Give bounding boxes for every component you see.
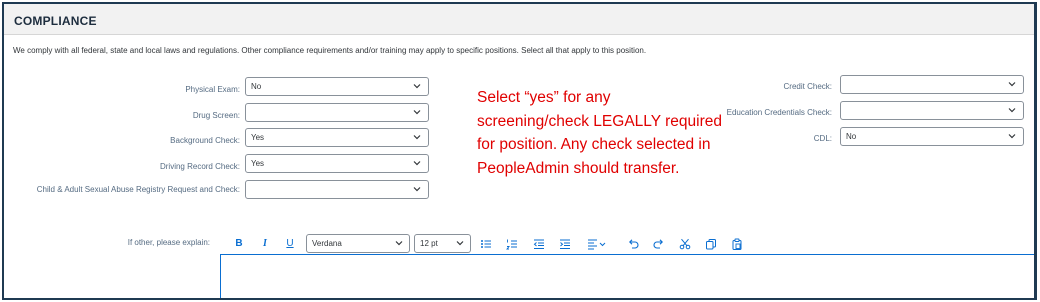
explain-text-editor[interactable]	[220, 254, 1034, 298]
paste-icon	[732, 238, 742, 250]
physical-exam-value: No	[251, 82, 262, 91]
physical-exam-label: Physical Exam:	[185, 85, 240, 94]
numbered-list-icon	[506, 239, 517, 250]
chevron-down-icon	[413, 135, 421, 140]
section-description: We comply with all federal, state and lo…	[13, 46, 647, 55]
outdent-button[interactable]	[532, 237, 546, 251]
scissors-icon	[679, 238, 691, 250]
outdent-icon	[533, 239, 544, 249]
section-header: COMPLIANCE	[4, 4, 1034, 35]
compliance-panel: COMPLIANCE We comply with all federal, s…	[2, 2, 1037, 300]
italic-button[interactable]: I	[258, 237, 272, 251]
background-check-label: Background Check:	[170, 136, 240, 145]
education-credentials-check-select[interactable]	[840, 101, 1024, 120]
driving-record-check-label: Driving Record Check:	[159, 162, 240, 171]
abuse-registry-check-select[interactable]	[245, 180, 429, 199]
driving-record-check-select[interactable]: Yes	[245, 154, 429, 173]
copy-icon	[706, 239, 716, 250]
education-credentials-check-label: Education Credentials Check:	[726, 108, 832, 117]
annotation-note: Select “yes” for any screening/check LEG…	[477, 89, 722, 177]
chevron-down-icon	[413, 84, 421, 89]
chevron-down-icon	[413, 110, 421, 115]
explain-label: If other, please explain:	[127, 238, 210, 247]
copy-button[interactable]	[704, 237, 718, 251]
chevron-down-icon	[456, 241, 464, 246]
background-check-value: Yes	[251, 133, 265, 142]
underline-button[interactable]: U	[283, 237, 297, 251]
cdl-select[interactable]: No	[840, 127, 1024, 146]
font-family-select[interactable]: Verdana	[306, 234, 410, 253]
physical-exam-select[interactable]: No	[245, 77, 429, 96]
undo-icon	[629, 239, 639, 249]
font-size-value: 12 pt	[420, 239, 438, 248]
bulleted-list-icon	[481, 240, 491, 248]
paste-button[interactable]	[730, 237, 744, 251]
abuse-registry-check-label: Child & Adult Sexual Abuse Registry Requ…	[36, 185, 240, 194]
driving-record-check-value: Yes	[251, 159, 265, 168]
indent-button[interactable]	[558, 237, 572, 251]
bold-button[interactable]: B	[232, 237, 246, 251]
bulleted-list-button[interactable]	[479, 237, 493, 251]
chevron-down-icon	[1008, 108, 1016, 113]
chevron-down-icon	[1008, 134, 1016, 139]
section-title: COMPLIANCE	[14, 14, 97, 28]
cut-button[interactable]	[678, 237, 692, 251]
undo-button[interactable]	[626, 237, 640, 251]
chevron-down-icon	[413, 187, 421, 192]
chevron-down-icon	[395, 241, 403, 246]
align-menu-button[interactable]	[586, 237, 608, 251]
cdl-value: No	[846, 132, 857, 141]
chevron-down-icon	[413, 161, 421, 166]
credit-check-select[interactable]	[840, 75, 1024, 94]
redo-button[interactable]	[652, 237, 666, 251]
indent-icon	[560, 239, 570, 249]
align-left-icon	[588, 239, 606, 250]
font-size-select[interactable]: 12 pt	[414, 234, 471, 253]
background-check-select[interactable]: Yes	[245, 128, 429, 147]
chevron-down-icon	[1008, 82, 1016, 87]
font-family-value: Verdana	[312, 239, 342, 248]
cdl-label: CDL:	[813, 134, 832, 143]
drug-screen-select[interactable]	[245, 103, 429, 122]
credit-check-label: Credit Check:	[783, 82, 832, 91]
numbered-list-button[interactable]	[505, 237, 519, 251]
redo-icon	[653, 239, 663, 249]
drug-screen-label: Drug Screen:	[192, 111, 240, 120]
